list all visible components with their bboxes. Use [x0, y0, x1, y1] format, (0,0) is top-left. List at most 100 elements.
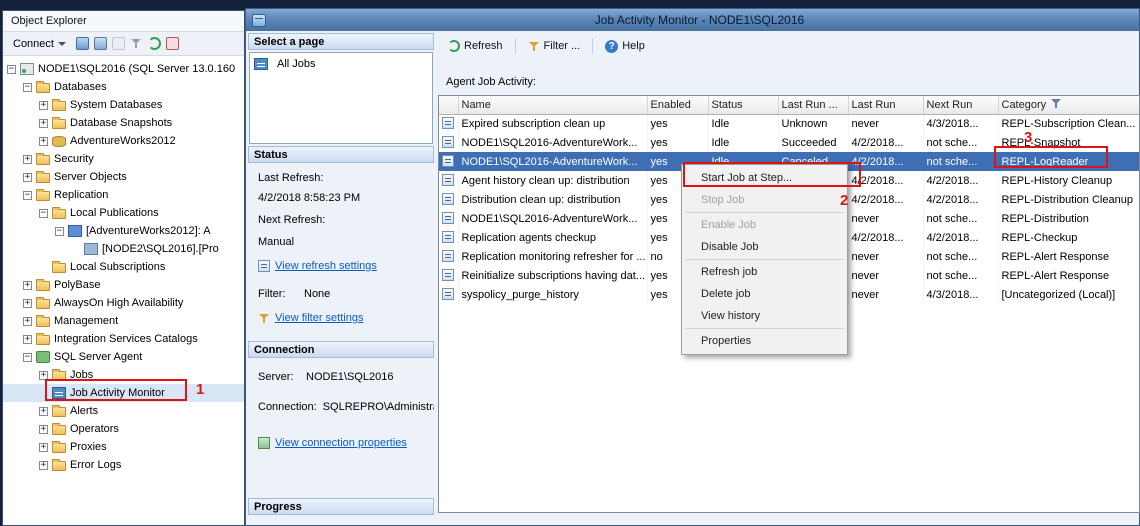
column-header-last-run[interactable]: Last Run: [848, 96, 923, 114]
object-explorer-title: Object Explorer: [3, 11, 244, 32]
tree-item-label: AlwaysOn High Availability: [54, 297, 183, 309]
tree-item-replication[interactable]: −Replication: [3, 186, 244, 204]
column-header-label: Category: [1002, 99, 1047, 111]
menu-item-properties[interactable]: Properties: [683, 330, 846, 352]
menu-item-refresh-job[interactable]: Refresh job: [683, 261, 846, 283]
view-connection-properties-link[interactable]: View connection properties: [275, 436, 407, 450]
column-header-status[interactable]: Status: [708, 96, 778, 114]
expand-icon[interactable]: +: [39, 407, 48, 416]
column-header-label: Name: [462, 99, 491, 111]
expand-icon[interactable]: +: [23, 317, 32, 326]
database-icon: [52, 136, 66, 147]
tree-item-local-publications[interactable]: −Local Publications: [3, 204, 244, 222]
connection-header: Connection: [248, 341, 434, 358]
collapse-icon[interactable]: −: [39, 209, 48, 218]
column-header-next-run[interactable]: Next Run: [923, 96, 998, 114]
expand-icon[interactable]: +: [39, 119, 48, 128]
column-header-category[interactable]: Category: [998, 96, 1139, 114]
tree-item-databases[interactable]: −Databases: [3, 78, 244, 96]
tree-item-node1-sql2016-sql-server-13-0-160[interactable]: −NODE1\SQL2016 (SQL Server 13.0.160: [3, 60, 244, 78]
tree-item-integration-services-catalogs[interactable]: +Integration Services Catalogs: [3, 330, 244, 348]
menu-item-view-history[interactable]: View history: [683, 305, 846, 327]
view-refresh-settings-link[interactable]: View refresh settings: [275, 259, 377, 273]
refresh-button[interactable]: Refresh: [442, 37, 509, 55]
menu-item-disable-job[interactable]: Disable Job: [683, 236, 846, 258]
collapse-icon[interactable]: −: [23, 83, 32, 92]
expand-icon[interactable]: +: [39, 137, 48, 146]
folder-icon: [36, 191, 50, 201]
help-button[interactable]: Help: [599, 37, 651, 56]
collapse-icon[interactable]: −: [23, 353, 32, 362]
column-header-enabled[interactable]: Enabled: [647, 96, 708, 114]
annotation-box-3: [994, 146, 1108, 168]
titlebar[interactable]: Job Activity Monitor - NODE1\SQL2016: [246, 9, 1139, 31]
folder-icon: [36, 281, 50, 291]
page-item-all-jobs[interactable]: All Jobs: [252, 55, 430, 72]
cell-next-run: not sche...: [923, 152, 998, 171]
server-value: NODE1\SQL2016: [306, 370, 393, 384]
activity-icon[interactable]: [166, 37, 179, 50]
tree-item-proxies[interactable]: +Proxies: [3, 438, 244, 456]
column-header-name[interactable]: Name: [458, 96, 647, 114]
filter-button[interactable]: Filter ...: [522, 37, 587, 55]
tree-item-polybase[interactable]: +PolyBase: [3, 276, 244, 294]
tree-item-local-subscriptions[interactable]: Local Subscriptions: [3, 258, 244, 276]
tree-item-node2-sql2016-pro[interactable]: [NODE2\SQL2016].[Pro: [3, 240, 244, 258]
menu-item-enable-job: Enable Job: [683, 214, 846, 236]
filter-value: None: [304, 287, 330, 301]
tree-item-error-logs[interactable]: +Error Logs: [3, 456, 244, 474]
tree-item-adventureworks2012-a[interactable]: −[AdventureWorks2012]: A: [3, 222, 244, 240]
job-icon-cell: [439, 190, 458, 209]
tree-item-management[interactable]: +Management: [3, 312, 244, 330]
tree-item-security[interactable]: +Security: [3, 150, 244, 168]
column-header-last-run[interactable]: Last Run ...: [778, 96, 848, 114]
cell-next-run: 4/3/2018...: [923, 285, 998, 304]
tree-item-alwayson-high-availability[interactable]: + AlwaysOn High Availability: [3, 294, 244, 312]
refresh-icon[interactable]: [148, 37, 161, 50]
expand-icon[interactable]: +: [39, 461, 48, 470]
cell-category: [Uncategorized (Local)]: [998, 285, 1139, 304]
tree-item-operators[interactable]: +Operators: [3, 420, 244, 438]
status-header: Status: [248, 146, 434, 163]
expand-icon[interactable]: +: [39, 443, 48, 452]
expand-icon[interactable]: +: [23, 281, 32, 290]
menu-item-delete-job[interactable]: Delete job: [683, 283, 846, 305]
filter-icon[interactable]: [130, 37, 143, 50]
cell-name: NODE1\SQL2016-AdventureWork...: [458, 209, 647, 228]
view-refresh-settings-row: View refresh settings: [248, 259, 434, 273]
folder-icon: [36, 83, 50, 93]
collapse-icon[interactable]: −: [7, 65, 16, 74]
expand-icon[interactable]: +: [23, 299, 32, 308]
object-explorer-toolbar: Connect: [3, 32, 244, 56]
annotation-label-1: 1: [196, 381, 204, 398]
tree-item-sql-server-agent[interactable]: −SQL Server Agent: [3, 348, 244, 366]
connect-dropdown[interactable]: Connect: [8, 35, 71, 53]
job-icon: [442, 155, 454, 167]
collapse-icon[interactable]: −: [55, 227, 64, 236]
cell-name: Replication monitoring refresher for ...: [458, 247, 647, 266]
tree-item-database-snapshots[interactable]: +Database Snapshots: [3, 114, 244, 132]
expand-icon[interactable]: +: [39, 101, 48, 110]
stop-icon[interactable]: [112, 37, 125, 50]
expand-icon[interactable]: +: [23, 335, 32, 344]
select-a-page-header: Select a page: [248, 33, 434, 50]
expand-icon[interactable]: +: [23, 173, 32, 182]
tree-item-system-databases[interactable]: +System Databases: [3, 96, 244, 114]
expand-icon[interactable]: +: [39, 425, 48, 434]
expand-icon[interactable]: +: [23, 155, 32, 164]
job-row[interactable]: Expired subscription clean upyesIdleUnkn…: [439, 114, 1139, 133]
disconnect-icon[interactable]: [94, 37, 107, 50]
job-icon: [442, 231, 454, 243]
collapse-icon[interactable]: −: [23, 191, 32, 200]
tree-item-alerts[interactable]: +Alerts: [3, 402, 244, 420]
folder-icon: [52, 461, 66, 471]
view-filter-settings-link[interactable]: View filter settings: [275, 311, 363, 325]
category-filter-icon[interactable]: [1050, 98, 1062, 109]
job-icon-cell: [439, 152, 458, 171]
tree-item-adventureworks2012[interactable]: +AdventureWorks2012: [3, 132, 244, 150]
menu-separator: [685, 259, 844, 260]
all-jobs-icon: [254, 58, 268, 70]
tree-item-server-objects[interactable]: +Server Objects: [3, 168, 244, 186]
connect-icon[interactable]: [76, 37, 89, 50]
cell-last-run-outcome: Unknown: [778, 114, 848, 133]
